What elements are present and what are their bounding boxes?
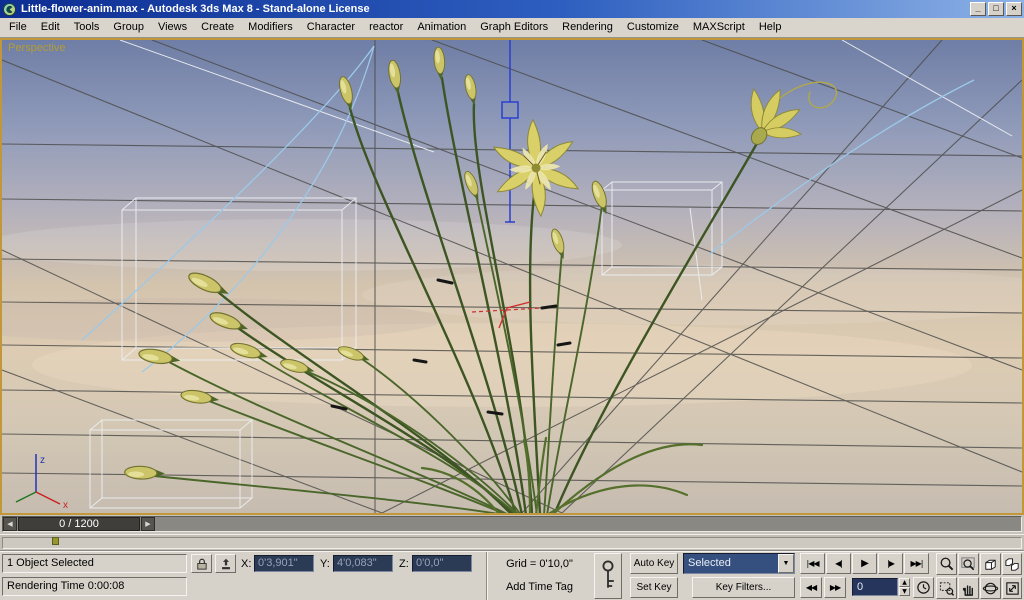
go-to-start-button[interactable]: |◀◀	[800, 553, 825, 574]
minimize-button[interactable]: _	[970, 2, 986, 16]
clock-icon	[917, 581, 930, 594]
menu-item-character[interactable]: Character	[300, 18, 362, 37]
selection-set-value: Selected	[688, 557, 731, 569]
viewport-label[interactable]: Perspective	[8, 42, 65, 54]
x-coordinate-label: X:	[241, 558, 252, 570]
arc-rotate-icon	[982, 582, 999, 594]
go-to-end-button[interactable]: ▶▶|	[904, 553, 929, 574]
viewport-scene[interactable]: z x	[2, 40, 1022, 513]
key-filters-button[interactable]: Key Filters...	[692, 577, 795, 598]
rendering-time-status: Rendering Time 0:00:08	[2, 577, 187, 596]
zoom-extents-icon	[985, 559, 996, 570]
z-coordinate-label: Z:	[399, 558, 409, 570]
status-bar: 1 Object Selected X: 0'3,901" Y: 4'0,083…	[0, 551, 1024, 600]
z-coordinate-field[interactable]: 0'0,0"	[412, 555, 472, 572]
menu-item-modifiers[interactable]: Modifiers	[241, 18, 300, 37]
arc-rotate-button[interactable]	[980, 577, 1001, 599]
menu-item-edit[interactable]: Edit	[34, 18, 67, 37]
menu-item-rendering[interactable]: Rendering	[555, 18, 620, 37]
selection-status-field: 1 Object Selected	[2, 554, 187, 573]
menu-item-help[interactable]: Help	[752, 18, 789, 37]
play-animation-button[interactable]: ▶	[852, 553, 877, 574]
zoom-extents-button[interactable]	[980, 553, 1001, 575]
zoom-all-button[interactable]	[958, 553, 979, 575]
menu-item-create[interactable]: Create	[194, 18, 241, 37]
time-slider-track[interactable]: ◀ 0 / 1200 ▶	[2, 516, 1022, 532]
title-bar[interactable]: Little-flower-anim.max - Autodesk 3ds Ma…	[0, 0, 1024, 18]
window-title: Little-flower-anim.max - Autodesk 3ds Ma…	[21, 3, 370, 15]
zoom-icon	[940, 557, 954, 570]
zoom-extents-all-button[interactable]	[1002, 553, 1022, 575]
app-icon	[3, 2, 16, 16]
menu-item-maxscript[interactable]: MAXScript	[686, 18, 752, 37]
menu-item-views[interactable]: Views	[151, 18, 194, 37]
key-icon	[602, 560, 614, 588]
region-zoom-button[interactable]	[936, 577, 957, 599]
pan-button[interactable]	[958, 577, 979, 599]
grid-setting-display: Grid = 0'10,0"	[491, 554, 588, 573]
3dsmax-window: { "window": { "title": "Little-flower-an…	[0, 0, 1024, 600]
track-bar-lane[interactable]	[2, 537, 1022, 549]
current-frame-field[interactable]: 0	[852, 578, 898, 596]
previous-key-button[interactable]: ◀◀	[800, 577, 822, 598]
set-keys-button[interactable]	[594, 553, 622, 599]
time-configuration-button[interactable]	[913, 577, 934, 598]
maximize-button[interactable]: □	[988, 2, 1004, 16]
next-key-button[interactable]: ▶▶	[824, 577, 846, 598]
previous-frame-arrow[interactable]: ◀	[3, 517, 17, 531]
menu-item-customize[interactable]: Customize	[620, 18, 686, 37]
next-frame-arrow[interactable]: ▶	[141, 517, 155, 531]
min-max-toggle-icon	[1005, 581, 1019, 595]
min-max-toggle-button[interactable]	[1002, 577, 1022, 599]
auto-key-button[interactable]: Auto Key	[630, 553, 678, 574]
y-coordinate-field[interactable]: 4'0,083"	[333, 555, 393, 572]
absolute-mode-icon	[221, 558, 230, 569]
trackbar-key-tick[interactable]	[52, 537, 59, 545]
zoom-button[interactable]	[936, 553, 957, 575]
menu-item-reactor[interactable]: reactor	[362, 18, 410, 37]
menu-item-file[interactable]: File	[2, 18, 34, 37]
perspective-viewport[interactable]: z x Perspective	[0, 38, 1024, 515]
pan-hand-icon	[962, 584, 973, 596]
axis-z-label: z	[40, 455, 45, 466]
lock-icon	[197, 558, 207, 570]
y-coordinate-label: Y:	[320, 558, 330, 570]
time-slider[interactable]: ◀ 0 / 1200 ▶	[0, 515, 1024, 534]
x-coordinate-field[interactable]: 0'3,901"	[254, 555, 314, 572]
menu-item-tools[interactable]: Tools	[67, 18, 107, 37]
selection-lock-toggle[interactable]	[191, 554, 212, 573]
menu-item-animation[interactable]: Animation	[410, 18, 473, 37]
zoom-all-icon	[961, 556, 975, 570]
next-frame-button[interactable]: |▶	[878, 553, 903, 574]
frame-spinner-down[interactable]: ▼	[899, 587, 910, 596]
track-bar[interactable]	[0, 534, 1024, 551]
region-zoom-icon	[939, 581, 955, 596]
zoom-extents-all-icon	[1004, 557, 1019, 571]
time-slider-button[interactable]: 0 / 1200	[18, 517, 140, 531]
frame-spinner-up[interactable]: ▲	[899, 578, 910, 587]
menu-item-group[interactable]: Group	[106, 18, 151, 37]
menu-bar: File Edit Tools Group Views Create Modif…	[0, 18, 1024, 38]
selection-set-dropdown[interactable]: Selected ▼	[683, 553, 795, 574]
previous-frame-button[interactable]: ◀|	[826, 553, 851, 574]
menu-item-graph-editors[interactable]: Graph Editors	[473, 18, 555, 37]
set-key-mode-button[interactable]: Set Key	[630, 577, 678, 598]
dropdown-arrow-icon[interactable]: ▼	[778, 554, 794, 573]
absolute-offset-toggle[interactable]	[215, 554, 236, 573]
close-button[interactable]: ×	[1006, 2, 1022, 16]
divider	[486, 552, 488, 600]
add-time-tag[interactable]: Add Time Tag	[491, 577, 588, 596]
axis-x-label: x	[63, 500, 68, 511]
